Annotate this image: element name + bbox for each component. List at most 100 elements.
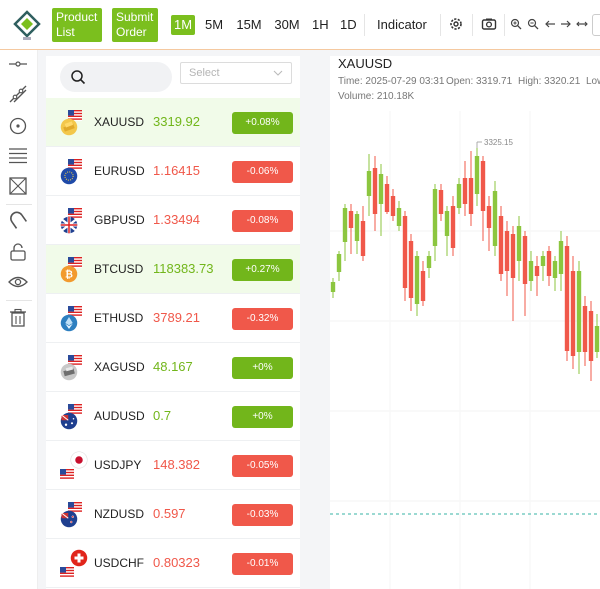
rectangle-cross-tool-icon[interactable]	[8, 176, 28, 196]
candle-body	[468, 178, 474, 214]
magnet-icon[interactable]	[8, 210, 28, 230]
jp-flag-icon	[70, 451, 88, 469]
candle	[396, 201, 402, 231]
us-flag-icon	[60, 467, 74, 485]
candle	[462, 161, 468, 216]
candle	[402, 211, 408, 301]
product-price: 0.80323	[153, 555, 200, 570]
chevron-down-icon	[273, 70, 283, 76]
timeframe-1h[interactable]: 1H	[312, 15, 329, 35]
timeframe-15m[interactable]: 15M	[236, 15, 262, 35]
change-badge: -0.06%	[232, 161, 293, 183]
candle-body	[528, 261, 534, 281]
settings-gear-icon[interactable]	[448, 16, 464, 32]
candle-body	[438, 190, 444, 214]
fullscreen-button[interactable]	[592, 14, 600, 36]
candle-body	[348, 211, 354, 228]
product-row-audusd[interactable]: AUDUSD 0.7 +0%	[46, 392, 300, 441]
product-row-ethusd[interactable]: ETHUSD 3789.21 -0.32%	[46, 294, 300, 343]
category-select[interactable]: Select	[180, 62, 292, 84]
toolbar-divider	[364, 14, 365, 36]
product-list-panel: Select XAUUSD 3319.92 +0.08% EURUSD 1.16415…	[46, 56, 300, 589]
timeframe-30m[interactable]: 30M	[273, 15, 301, 35]
candle	[498, 206, 504, 281]
product-row-xauusd[interactable]: XAUUSD 3319.92 +0.08%	[46, 98, 300, 147]
candle	[366, 154, 372, 216]
product-symbol: ETHUSD	[94, 311, 144, 325]
bitcoin-icon: ₿	[60, 265, 78, 283]
arrow-right-icon[interactable]	[560, 18, 572, 30]
product-price: 3789.21	[153, 310, 200, 325]
product-row-xagusd[interactable]: XAGUSD 48.167 +0%	[46, 343, 300, 392]
ohlc-high: High: 3320.21	[518, 76, 581, 87]
gold-bar-icon	[60, 118, 78, 136]
candle	[504, 221, 510, 296]
eu-flag-icon	[60, 167, 78, 185]
candle-body	[414, 256, 420, 304]
product-row-nzdusd[interactable]: NZDUSD 0.597 -0.03%	[46, 490, 300, 539]
timeframe-5m[interactable]: 5M	[203, 15, 225, 35]
unlock-icon[interactable]	[8, 242, 28, 262]
change-badge: +0.27%	[232, 259, 293, 281]
us-flag-icon	[60, 469, 74, 480]
price-chart[interactable]: 3325.15 XAUUSD Time: 2025-07-29 03:31 Op…	[330, 56, 600, 589]
us-flag-icon	[60, 567, 74, 578]
au-flag-icon	[60, 412, 78, 430]
currency-pair-icon	[60, 402, 84, 430]
product-row-gbpusd[interactable]: GBPUSD 1.33494 -0.08%	[46, 196, 300, 245]
product-list-button[interactable]: Product List	[52, 8, 102, 42]
arrow-left-icon[interactable]	[544, 18, 556, 30]
camera-icon[interactable]	[481, 16, 497, 32]
fibonacci-tool-icon[interactable]	[8, 146, 28, 166]
change-badge: +0.08%	[232, 112, 293, 134]
candle-body	[564, 246, 570, 351]
search-input[interactable]	[60, 62, 172, 92]
circle-tool-icon[interactable]	[8, 116, 28, 136]
candle-body	[420, 271, 426, 301]
brand-logo	[13, 10, 41, 40]
eye-icon[interactable]	[8, 272, 28, 292]
zoom-out-icon[interactable]	[527, 18, 539, 30]
product-row-btcusd[interactable]: ₿ BTCUSD 118383.73 +0.27%	[46, 245, 300, 294]
change-badge: +0%	[232, 406, 293, 428]
nz-flag-icon	[60, 510, 78, 528]
change-badge: -0.05%	[232, 455, 293, 477]
product-row-usdchf[interactable]: USDCHF 0.80323 -0.01%	[46, 539, 300, 588]
candle	[582, 296, 588, 366]
uk-flag-icon	[60, 216, 78, 234]
candle	[372, 156, 378, 231]
toolbar-divider	[472, 14, 473, 36]
horizontal-line-tool-icon[interactable]	[8, 54, 28, 74]
submit-order-button[interactable]: Submit Order	[112, 8, 158, 42]
candle-body	[480, 161, 486, 211]
indicator-button[interactable]: Indicator	[377, 15, 427, 35]
candle	[342, 204, 348, 261]
trash-icon[interactable]	[8, 308, 28, 328]
candle	[432, 184, 438, 261]
trend-line-tool-icon[interactable]	[8, 84, 28, 104]
candle-body	[516, 226, 522, 261]
candle	[450, 196, 456, 256]
product-row-usdjpy[interactable]: USDJPY 148.382 -0.05%	[46, 441, 300, 490]
candle-body	[486, 206, 492, 228]
timeframe-1m[interactable]: 1M	[171, 15, 195, 35]
candlestick-chart[interactable]: 3325.15	[330, 56, 600, 589]
product-symbol: NZDUSD	[94, 507, 144, 521]
candle-body	[402, 216, 408, 288]
zoom-in-icon[interactable]	[510, 18, 522, 30]
candle	[444, 206, 450, 256]
candle	[336, 251, 342, 281]
candle-body	[504, 231, 510, 271]
candle	[546, 246, 552, 286]
currency-pair-icon: ₿	[60, 255, 84, 283]
candle-body	[432, 189, 438, 246]
candle	[360, 206, 366, 261]
product-symbol: AUDUSD	[94, 409, 145, 423]
timeframe-1d[interactable]: 1D	[340, 15, 357, 35]
silver-bar-icon	[60, 363, 78, 381]
candle	[486, 196, 492, 251]
toolbar-divider	[6, 300, 32, 301]
candle-body	[462, 178, 468, 204]
fit-horizontal-icon[interactable]	[576, 18, 588, 30]
product-row-eurusd[interactable]: EURUSD 1.16415 -0.06%	[46, 147, 300, 196]
